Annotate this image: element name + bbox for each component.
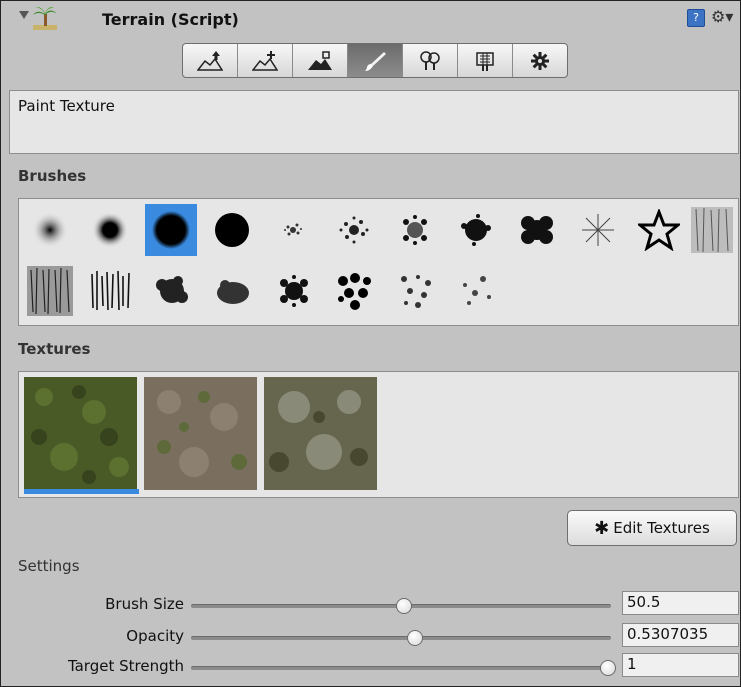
soft-brush-icon [92,212,128,248]
round-brush-icon [152,211,190,249]
terrain-settings-tool-button[interactable] [513,44,567,77]
edit-textures-label: Edit Textures [613,519,710,537]
cloud-brush-icon [217,280,249,304]
texture-grass[interactable] [24,377,137,490]
scatter-brush-icon [463,276,491,305]
flower-brush-icon [521,216,553,244]
target-strength-row: Target Strength 1 [1,653,741,679]
brush-hard-round[interactable] [206,204,258,256]
smooth-height-icon [308,50,332,70]
settings-label: Settings [18,557,80,575]
edit-textures-button[interactable]: ✱ Edit Textures [567,510,737,546]
rock-texture-thumbnail [264,377,377,490]
spatter-brush-icon [403,215,427,245]
brushes-label: Brushes [18,167,87,185]
smooth-height-tool-button[interactable] [293,44,348,77]
round-brush-icon [215,213,249,247]
raise-terrain-tool-button[interactable] [183,44,238,77]
brush-star[interactable] [633,204,685,256]
brush-soft-small[interactable] [24,204,76,256]
texture-brush-icon [27,266,73,316]
brush-soft-medium[interactable] [84,204,136,256]
component-header: Terrain (Script) ? ⚙▾ [1,1,740,37]
terrain-tool-toolbar [182,43,568,78]
brush-texture-scratch[interactable] [689,204,735,256]
brush-speckle-noise[interactable] [328,204,380,256]
help-icon[interactable]: ? [687,9,705,27]
dirt-texture-thumbnail [144,377,257,490]
target-strength-label: Target Strength [67,657,184,675]
brush-star-burst[interactable] [572,204,624,256]
opacity-field[interactable]: 0.5307035 [622,623,739,647]
starburst-brush-icon [582,214,614,246]
opacity-slider-thumb[interactable] [406,630,423,646]
brush-dots[interactable] [329,265,381,317]
component-settings-icon[interactable]: ⚙▾ [711,7,737,27]
brush-size-field[interactable]: 50.5 [622,591,739,615]
grass-texture-thumbnail [24,377,137,490]
spatter-brush-icon [461,214,491,246]
dots-brush-icon [338,273,371,310]
speckle-brush-icon [284,223,302,236]
target-strength-slider-thumb[interactable] [600,660,616,676]
brush-size-slider[interactable] [191,598,611,614]
texture-brush-icon [91,270,130,311]
texture-rock[interactable] [264,377,377,490]
foldout-arrow-icon[interactable] [19,11,29,19]
textures-label: Textures [18,340,91,358]
opacity-label: Opacity [126,627,184,645]
palm-tree-icon [33,6,57,30]
brush-hard-round-selected[interactable] [145,204,197,256]
speckle-brush-icon [339,216,369,244]
brush-size-label: Brush Size [105,595,184,613]
target-strength-field[interactable]: 1 [622,653,739,677]
brush-grid [18,198,739,326]
brush-texture-grass[interactable] [24,265,76,317]
star-brush-icon [638,209,680,251]
texture-list [18,371,739,498]
opacity-row: Opacity 0.5307035 [1,623,741,649]
terrain-settings-icon [531,51,549,70]
soft-brush-icon [32,212,68,248]
place-trees-tool-button[interactable] [403,44,458,77]
brush-spatter-dense[interactable] [450,204,502,256]
brush-cloud-soft[interactable] [207,265,259,317]
tool-description: Paint Texture [9,90,739,154]
brush-spatter[interactable] [389,204,441,256]
paint-texture-tool-button[interactable] [348,44,403,77]
cloud-brush-icon [156,276,188,303]
brush-size-slider-thumb[interactable] [396,598,413,614]
paint-details-icon [476,51,494,71]
raise-terrain-icon [197,50,223,71]
tool-description-text: Paint Texture [18,97,115,115]
scatter-brush-icon [401,275,431,308]
paint-details-tool-button[interactable] [458,44,513,77]
texture-brush-icon [691,207,733,253]
paint-height-icon [252,50,278,71]
texture-selection-indicator [24,489,139,494]
brush-cloud[interactable] [146,265,198,317]
brush-rock-cluster[interactable] [268,265,320,317]
brush-scatter[interactable] [390,265,442,317]
brush-flower[interactable] [511,204,563,256]
place-trees-icon [420,50,440,70]
cluster-brush-icon [280,275,308,307]
target-strength-slider[interactable] [191,660,616,676]
gear-icon: ✱ [594,517,610,539]
brush-size-row: Brush Size 50.5 [1,591,741,617]
paint-texture-icon [365,51,386,71]
paint-height-tool-button[interactable] [238,44,293,77]
opacity-slider[interactable] [191,630,611,646]
texture-dirt-grass[interactable] [144,377,257,490]
brush-texture-grass-dense[interactable] [85,265,137,317]
component-title: Terrain (Script) [102,10,239,29]
brush-speckle-small[interactable] [267,204,319,256]
brush-scatter-sparse[interactable] [451,265,503,317]
terrain-inspector: Terrain (Script) ? ⚙▾ Paint Texture Brus… [0,0,741,687]
